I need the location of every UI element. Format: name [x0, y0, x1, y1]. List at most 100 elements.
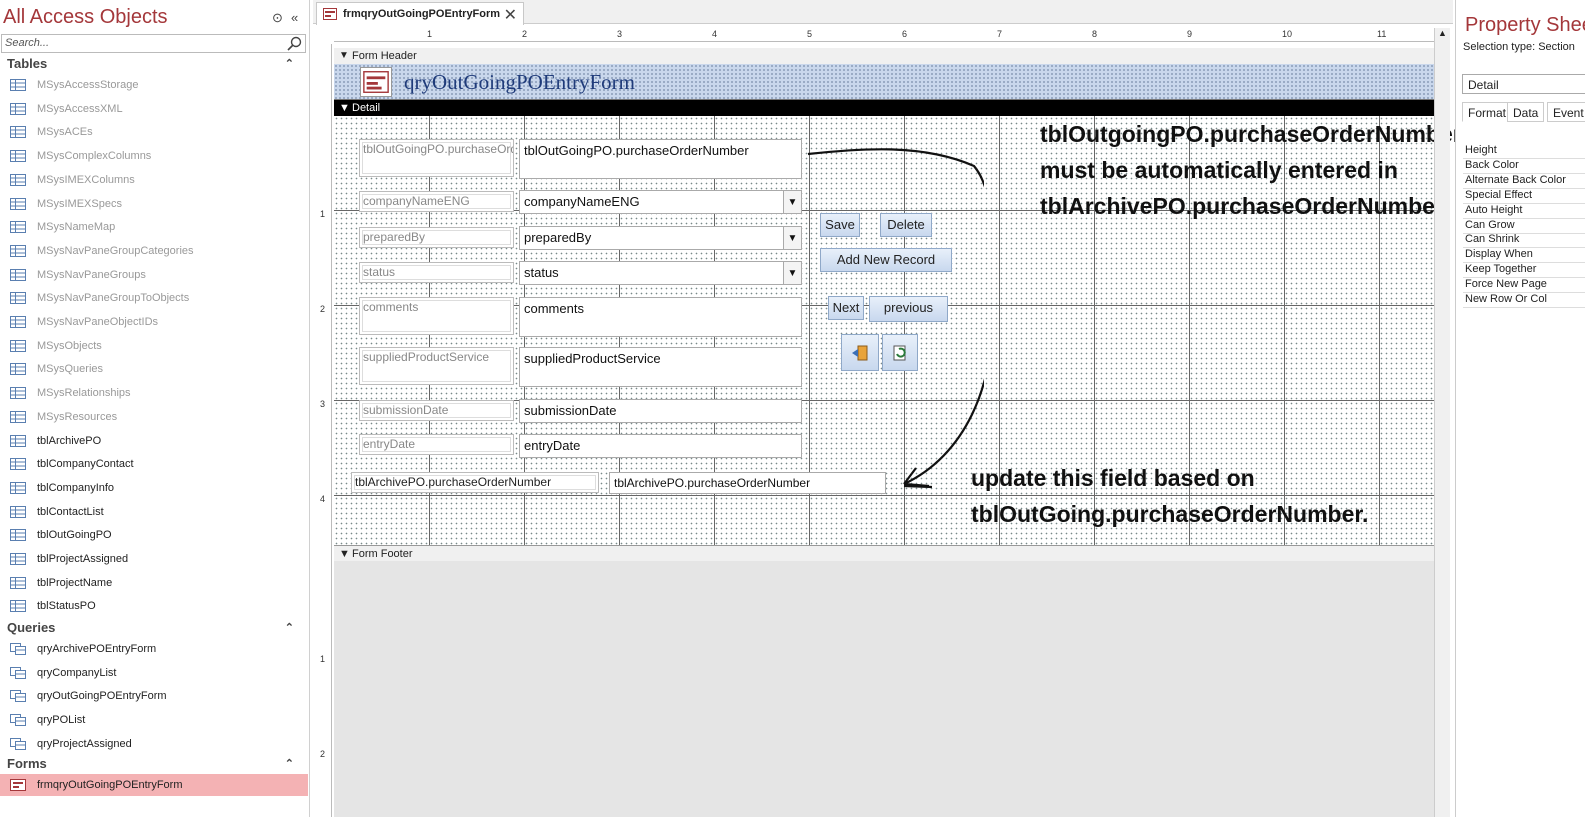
property-row[interactable]: Height [1463, 144, 1585, 159]
prepared-by-combo[interactable]: preparedBy ▼ [519, 226, 802, 250]
detail-section-bar[interactable]: ▼ Detail [334, 100, 1434, 116]
nav-group-tables-label: Tables [7, 56, 48, 71]
collapse-icon[interactable]: ⌃ [285, 57, 294, 70]
property-row[interactable]: Can Grow [1463, 219, 1585, 234]
entry-date-label[interactable]: entryDate [359, 434, 514, 455]
nav-list-item[interactable]: MSysAccessXML [0, 98, 308, 120]
nav-list-item[interactable]: qryArchivePOEntryForm [0, 638, 308, 660]
submission-date-field[interactable]: submissionDate [519, 399, 802, 423]
prepared-by-label[interactable]: preparedBy [359, 227, 514, 248]
nav-group-tables[interactable]: Tables ⌃ [0, 56, 308, 76]
company-combo[interactable]: companyNameENG ▼ [519, 190, 802, 214]
nav-list-item[interactable]: MSysIMEXSpecs [0, 193, 308, 215]
scroll-up-icon[interactable]: ▲ [1435, 28, 1450, 38]
property-row[interactable]: Alternate Back Color [1463, 174, 1585, 189]
nav-list-item[interactable]: tblOutGoingPO [0, 524, 308, 546]
nav-list-item[interactable]: MSysNavPaneGroupToObjects [0, 287, 308, 309]
nav-list-item[interactable]: MSysRelationships [0, 382, 308, 404]
nav-list-item-label: MSysIMEXColumns [37, 173, 135, 186]
nav-list-item[interactable]: tblArchivePO [0, 430, 308, 452]
document-tab[interactable]: frmqryOutGoingPOEntryForm ✕ [316, 2, 524, 25]
company-label[interactable]: companyNameENG [359, 191, 514, 212]
query-icon [10, 666, 26, 679]
search-icon[interactable] [287, 36, 303, 52]
collapse-icon[interactable]: ⌃ [285, 621, 294, 634]
tab-data[interactable]: Data [1507, 102, 1545, 122]
nav-list-item[interactable]: MSysObjects [0, 335, 308, 357]
selection-dropdown[interactable]: Detail [1462, 74, 1585, 94]
entry-date-field[interactable]: entryDate [519, 434, 802, 458]
nav-list-item[interactable]: MSysComplexColumns [0, 145, 308, 167]
nav-list-item[interactable]: MSysACEs [0, 121, 308, 143]
nav-list-item[interactable]: MSysResources [0, 406, 308, 428]
form-header-section[interactable]: qryOutGoingPOEntryForm [334, 64, 1434, 100]
property-row[interactable]: Can Shrink [1463, 233, 1585, 249]
nav-list-item-label: MSysACEs [37, 126, 93, 139]
submission-date-label[interactable]: submissionDate [359, 400, 514, 421]
table-icon [10, 268, 26, 281]
nav-list-item[interactable]: MSysNavPaneGroupCategories [0, 240, 308, 262]
nav-menu-dropdown-icon[interactable]: ⊙ [272, 10, 283, 26]
po-number-field[interactable]: tblOutGoingPO.purchaseOrderNumber [519, 139, 802, 179]
section-arrow-icon: ▼ [339, 548, 350, 560]
detail-section[interactable]: tblOutGoingPO.purchaseOrderNumber tblOut… [334, 116, 1462, 545]
chevron-down-icon[interactable]: ▼ [783, 191, 801, 213]
nav-list-item[interactable]: tblCompanyContact [0, 453, 308, 475]
comments-label[interactable]: comments [359, 297, 514, 335]
nav-list-item[interactable]: MSysNameMap [0, 216, 308, 238]
vertical-scrollbar[interactable]: ▲ [1434, 28, 1450, 817]
nav-list-item[interactable]: tblStatusPO [0, 595, 308, 617]
form-title-label[interactable]: qryOutGoingPOEntryForm [404, 70, 635, 95]
property-row[interactable]: Back Color [1463, 159, 1585, 174]
nav-list-item[interactable]: tblContactList [0, 501, 308, 523]
property-row[interactable]: Special Effect [1463, 189, 1585, 204]
form-logo-icon[interactable] [360, 67, 392, 97]
property-row[interactable]: Auto Height [1463, 204, 1585, 219]
nav-list-item[interactable]: qryPOList [0, 709, 308, 731]
nav-list-item[interactable]: MSysIMEXColumns [0, 169, 308, 191]
nav-group-forms[interactable]: Forms ⌃ [0, 756, 308, 776]
archive-po-label[interactable]: tblArchivePO.purchaseOrderNumber [351, 472, 599, 493]
nav-list-item[interactable]: qryCompanyList [0, 662, 308, 684]
nav-list-item[interactable]: MSysNavPaneGroups [0, 264, 308, 286]
form-footer-bar[interactable]: ▼ Form Footer [334, 545, 1434, 561]
shutter-bar-close-icon[interactable]: « [291, 10, 298, 25]
property-sheet-title: Property Sheet [1465, 14, 1585, 36]
property-row[interactable]: Display When [1463, 248, 1585, 264]
status-combo[interactable]: status ▼ [519, 261, 802, 285]
table-icon [10, 150, 26, 163]
chevron-down-icon[interactable]: ▼ [783, 262, 801, 284]
section-arrow-icon: ▼ [339, 102, 350, 114]
property-row[interactable]: New Row Or Col [1463, 293, 1585, 308]
nav-list-item[interactable]: MSysQueries [0, 358, 308, 380]
nav-list-item[interactable]: MSysNavPaneObjectIDs [0, 311, 308, 333]
nav-list-item[interactable]: MSysAccessStorage [0, 74, 308, 96]
nav-search-input[interactable]: Search... [1, 34, 306, 53]
comments-field[interactable]: comments [519, 297, 802, 337]
tab-event[interactable]: Event [1547, 102, 1585, 122]
nav-list-item[interactable]: tblProjectName [0, 572, 308, 594]
nav-title[interactable]: All Access Objects [3, 6, 168, 29]
supplied-label[interactable]: suppliedProductService [359, 347, 514, 385]
status-label[interactable]: status [359, 262, 514, 283]
table-icon [10, 600, 26, 613]
close-tab-icon[interactable]: ✕ [504, 5, 517, 25]
nav-list-item-label: qryPOList [37, 714, 86, 727]
nav-list-item-label: frmqryOutGoingPOEntryForm [37, 779, 183, 791]
nav-group-queries[interactable]: Queries ⌃ [0, 620, 308, 640]
nav-list-item[interactable]: frmqryOutGoingPOEntryForm [0, 774, 308, 796]
nav-list-item-label: tblArchivePO [37, 434, 102, 447]
property-row[interactable]: Force New Page [1463, 278, 1585, 294]
nav-list-item-label: MSysNavPaneObjectIDs [37, 316, 159, 328]
chevron-down-icon[interactable]: ▼ [783, 227, 801, 249]
collapse-icon[interactable]: ⌃ [285, 757, 294, 770]
nav-list-item[interactable]: tblProjectAssigned [0, 548, 308, 570]
supplied-field[interactable]: suppliedProductService [519, 347, 802, 387]
nav-list-item[interactable]: qryOutGoingPOEntryForm [0, 685, 308, 707]
form-header-bar[interactable]: ▼ Form Header [334, 48, 1434, 64]
nav-list-item[interactable]: qryProjectAssigned [0, 733, 308, 755]
property-row[interactable]: Keep Together [1463, 263, 1585, 279]
tab-format[interactable]: Format [1462, 102, 1513, 122]
nav-list-item[interactable]: tblCompanyInfo [0, 477, 308, 499]
po-number-label[interactable]: tblOutGoingPO.purchaseOrderNumber [359, 139, 514, 177]
